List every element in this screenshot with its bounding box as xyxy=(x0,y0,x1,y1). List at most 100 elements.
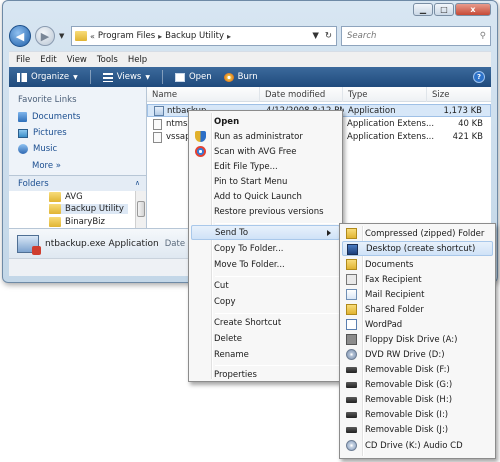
close-button[interactable]: x xyxy=(455,3,491,16)
tree-item-binarybiz[interactable]: BinaryBiz xyxy=(49,217,105,227)
folder-icon xyxy=(49,192,61,202)
sendto-removable-j[interactable]: Removable Disk (J:) xyxy=(342,422,493,437)
address-bar[interactable]: « Program Files ▸ Backup Utility ▸ ▼ ↻ xyxy=(71,26,337,46)
forward-button[interactable]: ▶ xyxy=(35,26,55,46)
chevron-down-icon: ▼ xyxy=(73,73,78,81)
menu-file[interactable]: File xyxy=(16,55,30,65)
menu-item-edit-file-type[interactable]: Edit File Type... xyxy=(191,159,340,174)
scrollbar-thumb[interactable] xyxy=(137,201,145,217)
recent-pages-dropdown[interactable]: ▼ xyxy=(59,32,67,40)
help-icon[interactable]: ? xyxy=(473,71,485,83)
sendto-documents[interactable]: Documents xyxy=(342,257,493,272)
maximize-button[interactable]: □ xyxy=(434,3,454,16)
chevron-down-icon[interactable]: ▼ xyxy=(312,31,319,41)
sendto-fax-recipient[interactable]: Fax Recipient xyxy=(342,272,493,287)
menu-edit[interactable]: Edit xyxy=(40,55,56,65)
menu-item-cut[interactable]: Cut xyxy=(191,278,340,293)
cd-icon xyxy=(346,440,357,451)
sendto-wordpad[interactable]: WordPad xyxy=(342,317,493,332)
nav-link-documents[interactable]: Documents xyxy=(9,109,146,125)
menu-item-restore-versions[interactable]: Restore previous versions xyxy=(191,204,340,219)
sendto-cd-k[interactable]: CD Drive (K:) Audio CD xyxy=(342,438,493,453)
nav-link-pictures[interactable]: Pictures xyxy=(9,125,146,141)
menu-item-send-to[interactable]: Send To xyxy=(191,225,340,240)
sendto-removable-f[interactable]: Removable Disk (F:) xyxy=(342,362,493,377)
burn-button[interactable]: Burn xyxy=(223,72,258,82)
search-icon[interactable]: ⚲ xyxy=(480,31,486,41)
chevron-left-icon: « xyxy=(90,31,95,41)
menu-item-quick-launch[interactable]: Add to Quick Launch xyxy=(191,189,340,204)
search-input[interactable]: Search ⚲ xyxy=(341,26,491,46)
refresh-icon[interactable]: ↻ xyxy=(325,31,332,41)
sendto-mail-recipient[interactable]: Mail Recipient xyxy=(342,287,493,302)
menu-view[interactable]: View xyxy=(67,55,87,65)
avg-icon xyxy=(195,146,206,157)
sendto-removable-i[interactable]: Removable Disk (I:) xyxy=(342,407,493,422)
sendto-dvd-d[interactable]: DVD RW Drive (D:) xyxy=(342,347,493,362)
sendto-removable-h[interactable]: Removable Disk (H:) xyxy=(342,392,493,407)
tree-item-backup-utility[interactable]: Backup Utility xyxy=(49,204,128,214)
address-row: ◀ ▶ ▼ « Program Files ▸ Backup Utility ▸… xyxy=(9,23,491,49)
sendto-compressed-folder[interactable]: Compressed (zipped) Folder xyxy=(342,226,493,241)
documents-folder-icon xyxy=(346,259,357,270)
menu-item-pin-start[interactable]: Pin to Start Menu xyxy=(191,174,340,189)
organize-button[interactable]: Organize ▼ xyxy=(17,72,78,82)
nav-more-link[interactable]: More » xyxy=(9,157,146,171)
menu-tools[interactable]: Tools xyxy=(97,55,118,65)
folder-icon xyxy=(75,31,87,41)
views-icon xyxy=(102,72,113,82)
folder-tree-scrollbar[interactable] xyxy=(135,191,146,228)
file-type: Application xyxy=(348,106,396,116)
menu-item-delete[interactable]: Delete xyxy=(191,331,340,346)
folders-heading[interactable]: Folders ∧ xyxy=(9,175,146,191)
file-name: vssapi.dll xyxy=(166,132,188,142)
menu-item-run-as-admin[interactable]: Run as administrator xyxy=(191,129,340,144)
dll-file-icon xyxy=(153,132,162,143)
send-to-submenu: Compressed (zipped) Folder Desktop (crea… xyxy=(339,223,496,459)
chevron-right-icon: ▸ xyxy=(158,31,163,41)
file-size: 40 KB xyxy=(458,119,483,129)
views-button[interactable]: Views ▼ xyxy=(102,72,150,82)
tree-item-avg[interactable]: AVG xyxy=(49,192,83,202)
file-name: ntmsapi.dll xyxy=(166,119,188,129)
menu-item-scan-avg[interactable]: Scan with AVG Free xyxy=(191,144,340,159)
removable-disk-icon xyxy=(346,412,357,418)
file-size: 1,173 KB xyxy=(443,106,482,116)
menu-item-copy-to-folder[interactable]: Copy To Folder... xyxy=(191,241,340,256)
sendto-shared-folder[interactable]: Shared Folder xyxy=(342,302,493,317)
burn-icon xyxy=(223,72,234,82)
column-header-name[interactable]: Name xyxy=(147,87,260,102)
open-button[interactable]: Open xyxy=(174,72,212,82)
menu-item-rename[interactable]: Rename xyxy=(191,347,340,362)
sendto-removable-g[interactable]: Removable Disk (G:) xyxy=(342,377,493,392)
menu-item-create-shortcut[interactable]: Create Shortcut xyxy=(191,315,340,330)
minimize-button[interactable]: ▁ xyxy=(413,3,433,16)
sendto-desktop[interactable]: Desktop (create shortcut) xyxy=(342,241,493,256)
column-header-type[interactable]: Type xyxy=(343,87,427,102)
column-header-date[interactable]: Date modified xyxy=(260,87,343,102)
application-icon xyxy=(154,106,164,116)
chevron-up-icon: ∧ xyxy=(134,179,140,187)
menu-separator xyxy=(215,365,339,366)
mail-icon xyxy=(346,289,357,300)
window-controls: ▁ □ x xyxy=(413,3,491,16)
menu-bar: File Edit View Tools Help xyxy=(9,51,491,67)
breadcrumb-backup-utility[interactable]: Backup Utility xyxy=(165,31,224,41)
organize-icon xyxy=(17,72,27,82)
sendto-floppy-a[interactable]: Floppy Disk Drive (A:) xyxy=(342,332,493,347)
favorite-links-heading: Favorite Links xyxy=(18,95,77,105)
dvd-icon xyxy=(346,349,357,360)
back-button[interactable]: ◀ xyxy=(9,25,31,47)
removable-disk-icon xyxy=(346,397,357,403)
folder-icon xyxy=(49,217,61,227)
breadcrumb-program-files[interactable]: Program Files xyxy=(98,31,155,41)
menu-item-properties[interactable]: Properties xyxy=(191,367,340,382)
open-icon xyxy=(174,72,185,82)
column-header-size[interactable]: Size xyxy=(427,87,491,102)
music-icon xyxy=(18,144,28,154)
menu-help[interactable]: Help xyxy=(128,55,147,65)
menu-item-move-to-folder[interactable]: Move To Folder... xyxy=(191,257,340,272)
menu-item-copy[interactable]: Copy xyxy=(191,294,340,309)
nav-link-music[interactable]: Music xyxy=(9,141,146,157)
menu-item-open[interactable]: Open xyxy=(191,114,340,129)
